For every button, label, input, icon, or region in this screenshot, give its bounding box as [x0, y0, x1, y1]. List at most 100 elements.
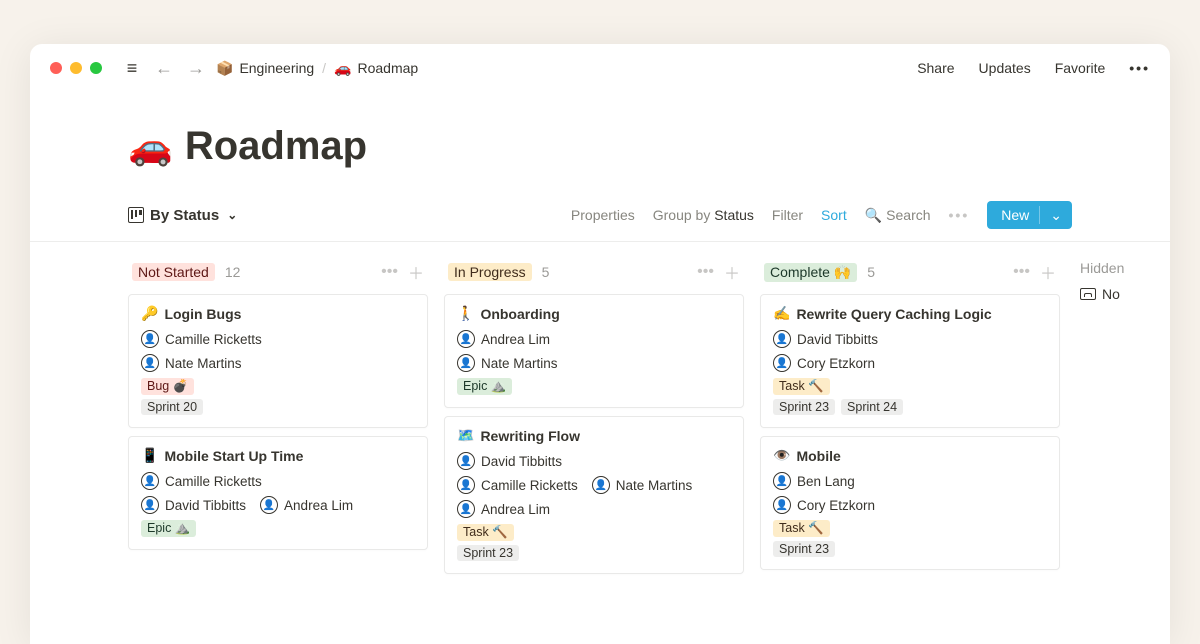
- search-label: Search: [886, 207, 930, 223]
- menu-icon[interactable]: ≡: [120, 56, 144, 80]
- assignee-name: David Tibbitts: [481, 454, 562, 469]
- card[interactable]: ✍️Rewrite Query Caching Logic👤David Tibb…: [760, 294, 1060, 428]
- page-icon[interactable]: 🚗: [128, 126, 173, 168]
- sprint-row: Sprint 23: [773, 541, 1047, 557]
- card-title: 📱Mobile Start Up Time: [141, 447, 415, 464]
- column-header-left: Not Started12: [132, 263, 240, 281]
- view-label: By Status: [150, 207, 219, 224]
- avatar: 👤: [773, 472, 791, 490]
- card-title-text: Rewrite Query Caching Logic: [796, 306, 991, 322]
- avatar: 👤: [141, 496, 159, 514]
- sort-button[interactable]: Sort: [821, 207, 847, 223]
- tag-row: Task 🔨: [773, 520, 1047, 537]
- column-add-icon[interactable]: ＋: [408, 260, 424, 284]
- assignee: 👤Cory Etzkorn: [773, 496, 875, 514]
- assignee: 👤 Nate Martins: [592, 476, 693, 494]
- column-add-icon[interactable]: ＋: [1040, 260, 1056, 284]
- updates-button[interactable]: Updates: [979, 60, 1031, 76]
- assignee-name: Camille Ricketts: [481, 478, 578, 493]
- breadcrumb-parent[interactable]: Engineering: [239, 60, 314, 76]
- assignee-name: Camille Ricketts: [165, 474, 262, 489]
- tag-row: Bug 💣: [141, 378, 415, 395]
- card[interactable]: 🚶Onboarding👤Andrea Lim👤Nate MartinsEpic …: [444, 294, 744, 408]
- card-title-text: Rewriting Flow: [480, 428, 580, 444]
- view-selector[interactable]: By Status ⌄: [128, 207, 237, 224]
- page-title-text[interactable]: Roadmap: [185, 124, 367, 169]
- column-count: 5: [867, 264, 875, 280]
- column-status-tag[interactable]: Complete 🙌: [764, 263, 857, 282]
- chevron-down-icon: ⌄: [1050, 207, 1062, 224]
- avatar: 👤: [457, 500, 475, 518]
- card[interactable]: 📱Mobile Start Up Time 👤 Camille Ricketts 👤 D…: [128, 436, 428, 550]
- minimize-window-dot[interactable]: [70, 62, 82, 74]
- column-status-tag[interactable]: Not Started: [132, 263, 215, 281]
- inbox-icon: [1080, 288, 1096, 300]
- group-by-button[interactable]: Group by Status: [653, 207, 754, 223]
- more-icon[interactable]: •••: [1129, 60, 1150, 76]
- filter-button[interactable]: Filter: [772, 207, 803, 223]
- assignee-row: 👤Ben Lang: [773, 472, 1047, 490]
- no-title-row[interactable]: No: [1076, 286, 1170, 302]
- assignee-name: Andrea Lim: [481, 502, 550, 517]
- type-tag: Task 🔨: [773, 378, 830, 395]
- assignee: 👤Nate Martins: [141, 354, 242, 372]
- assignee: 👤 David Tibbitts: [141, 496, 246, 514]
- column-more-icon[interactable]: •••: [381, 263, 398, 281]
- assignee-name: Andrea Lim: [284, 498, 353, 513]
- card[interactable]: 👁️Mobile 👤Ben Lang 👤Cory Etzkorn Task 🔨 Spri…: [760, 436, 1060, 570]
- avatar: 👤: [592, 476, 610, 494]
- assignee-row: 👤Cory Etzkorn: [773, 496, 1047, 514]
- assignee-name: Andrea Lim: [481, 332, 550, 347]
- tag-row: Epic ⛰️: [141, 520, 415, 537]
- share-button[interactable]: Share: [917, 60, 954, 76]
- forward-icon[interactable]: →: [184, 56, 208, 80]
- favorite-button[interactable]: Favorite: [1055, 60, 1106, 76]
- type-tag: Task 🔨: [773, 520, 830, 537]
- avatar: 👤: [457, 476, 475, 494]
- avatar: 👤: [260, 496, 278, 514]
- window-controls: [50, 62, 102, 74]
- toolbar-right: Properties Group by Status Filter Sort 🔍…: [571, 201, 1072, 229]
- avatar: 👤: [773, 354, 791, 372]
- close-window-dot[interactable]: [50, 62, 62, 74]
- sprint-tag: Sprint 23: [773, 399, 835, 415]
- column-more-icon[interactable]: •••: [697, 263, 714, 281]
- assignee-name: Camille Ricketts: [165, 332, 262, 347]
- assignee-name: Nate Martins: [165, 356, 242, 371]
- assignee-name: David Tibbitts: [165, 498, 246, 513]
- column-header-right: ••• ＋: [381, 260, 424, 284]
- no-title-label: No: [1102, 286, 1120, 302]
- column-header: In Progress5•••＋: [444, 260, 744, 294]
- assignee-name: Cory Etzkorn: [797, 356, 875, 371]
- assignee: 👤 Andrea Lim: [260, 496, 353, 514]
- column-header-right: ••• ＋: [697, 260, 740, 284]
- toolbar-more-icon[interactable]: •••: [949, 207, 970, 223]
- group-by-prefix: Group by: [653, 207, 714, 223]
- column-more-icon[interactable]: •••: [1013, 263, 1030, 281]
- card[interactable]: 🗺️Rewriting Flow👤David Tibbitts👤Camille …: [444, 416, 744, 574]
- sprint-tag: Sprint 24: [841, 399, 903, 415]
- column-header-right: ••• ＋: [1013, 260, 1056, 284]
- card-title: 👁️Mobile: [773, 447, 1047, 464]
- new-button[interactable]: New ⌄: [987, 201, 1072, 229]
- titlebar-right: Share Updates Favorite •••: [917, 60, 1150, 76]
- breadcrumb: 📦 Engineering / 🚗 Roadmap: [216, 60, 418, 77]
- column-status-tag[interactable]: In Progress: [448, 263, 532, 281]
- card[interactable]: 🔑Login Bugs👤Camille Ricketts👤Nate Martin…: [128, 294, 428, 428]
- assignee-row: 👤Camille Ricketts: [141, 330, 415, 348]
- assignee: 👤 Camille Ricketts: [457, 476, 578, 494]
- search-icon: 🔍: [865, 207, 882, 224]
- new-button-label: New: [1001, 207, 1029, 223]
- back-icon[interactable]: ←: [152, 56, 176, 80]
- avatar: 👤: [457, 330, 475, 348]
- column-add-icon[interactable]: ＋: [724, 260, 740, 284]
- assignee-name: Nate Martins: [616, 478, 693, 493]
- avatar: 👤: [457, 452, 475, 470]
- search-button[interactable]: 🔍 Search: [865, 207, 931, 224]
- breadcrumb-current[interactable]: Roadmap: [358, 60, 419, 76]
- page-title: 🚗 Roadmap: [128, 124, 1072, 169]
- tag-row: Task 🔨: [773, 378, 1047, 395]
- maximize-window-dot[interactable]: [90, 62, 102, 74]
- sprint-tag: Sprint 23: [773, 541, 835, 557]
- properties-button[interactable]: Properties: [571, 207, 635, 223]
